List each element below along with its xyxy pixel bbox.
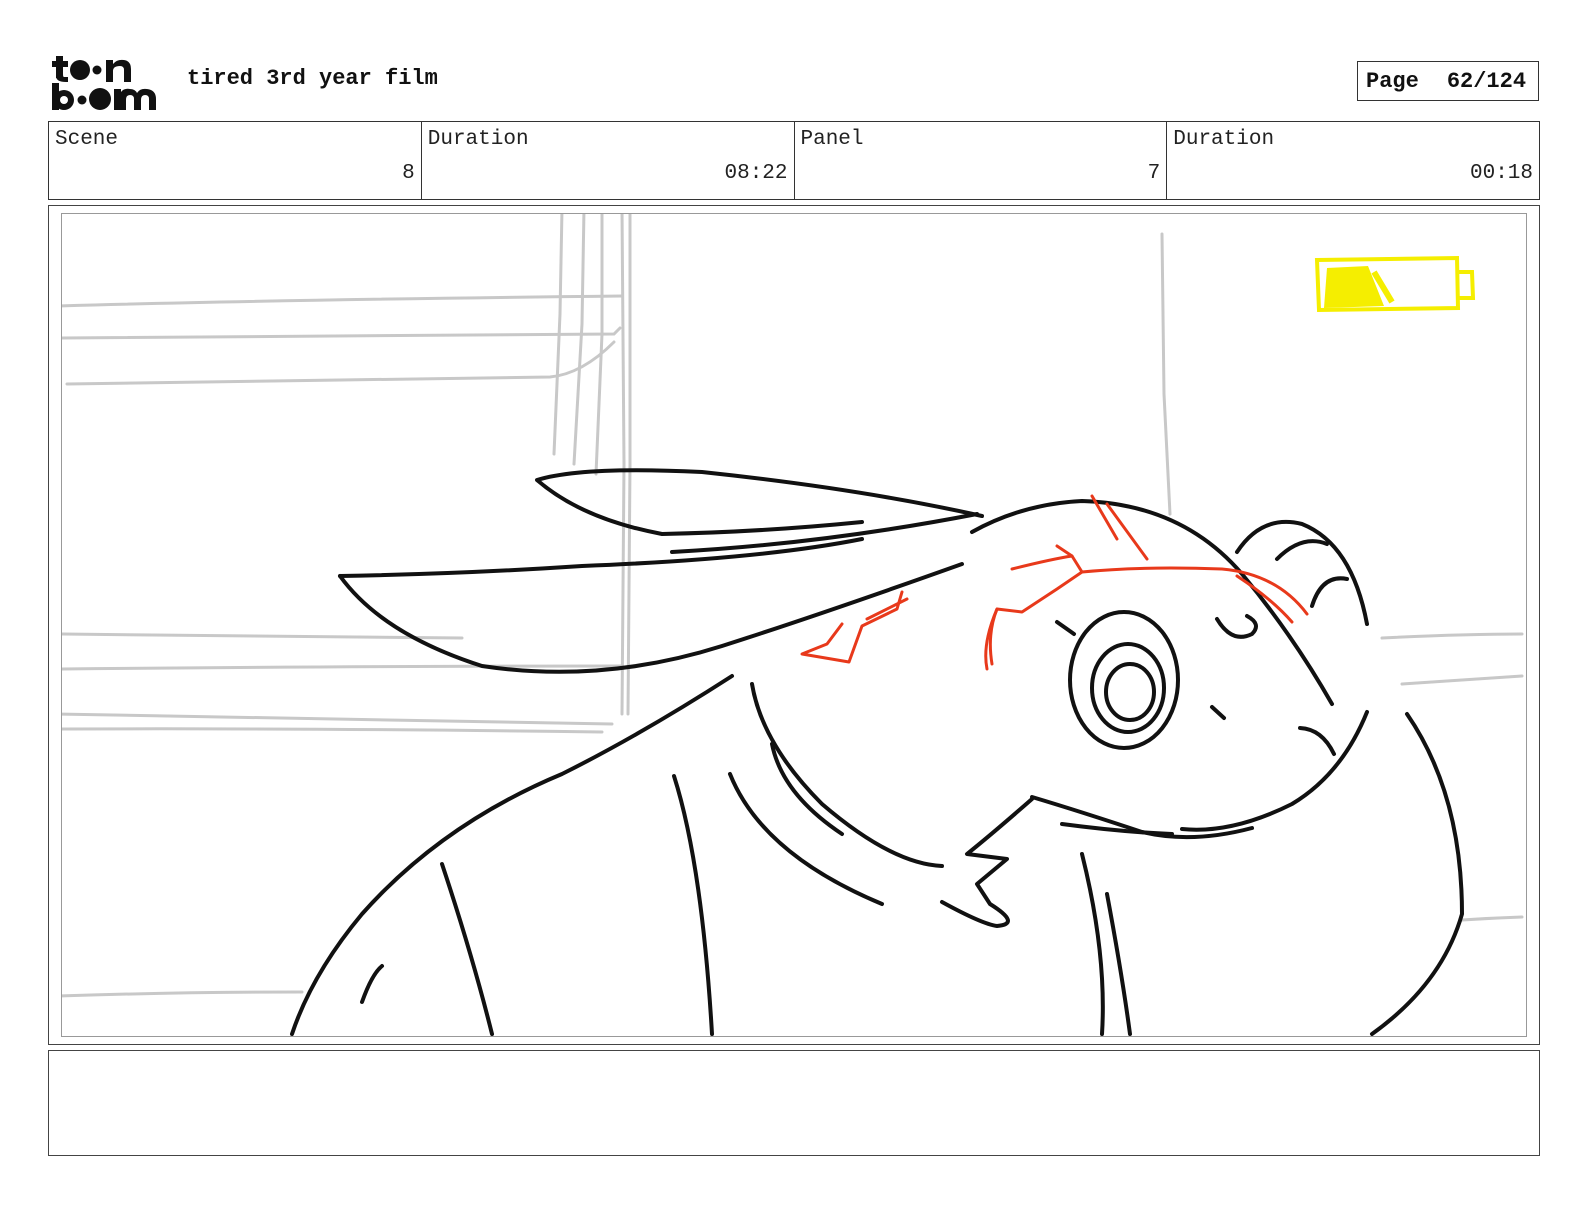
panel-value: 7 <box>1147 162 1161 185</box>
panel-drawing-area <box>61 213 1527 1037</box>
scene-duration-label: Duration <box>427 128 529 151</box>
scene-duration-value: 08:22 <box>724 162 788 185</box>
panel-cell: Panel 7 <box>795 122 1168 199</box>
storyboard-sketch <box>62 214 1524 1036</box>
battery-icon <box>1314 255 1476 313</box>
project-title: tired 3rd year film <box>187 66 438 91</box>
page-number: 62/124 <box>1446 68 1527 94</box>
scene-value: 8 <box>402 162 415 185</box>
scene-cell: Scene 8 <box>49 122 422 199</box>
toon-boom-logo <box>52 52 164 112</box>
storyboard-panel <box>48 205 1540 1045</box>
panel-info-table: Scene 8 Duration 08:22 Panel 7 Duration … <box>48 121 1540 200</box>
panel-duration-cell: Duration 00:18 <box>1167 122 1539 199</box>
page-label: Page <box>1366 68 1419 94</box>
scene-duration-cell: Duration 08:22 <box>422 122 795 199</box>
scene-label: Scene <box>55 128 119 151</box>
panel-duration-value: 00:18 <box>1469 162 1533 185</box>
panel-notes <box>48 1050 1540 1156</box>
background-lines <box>62 214 1524 998</box>
page-indicator: Page 62/124 <box>1357 61 1539 101</box>
panel-duration-label: Duration <box>1173 128 1275 151</box>
accent-lines <box>800 494 1309 671</box>
character-lines <box>290 468 1464 1036</box>
panel-label: Panel <box>800 128 864 151</box>
